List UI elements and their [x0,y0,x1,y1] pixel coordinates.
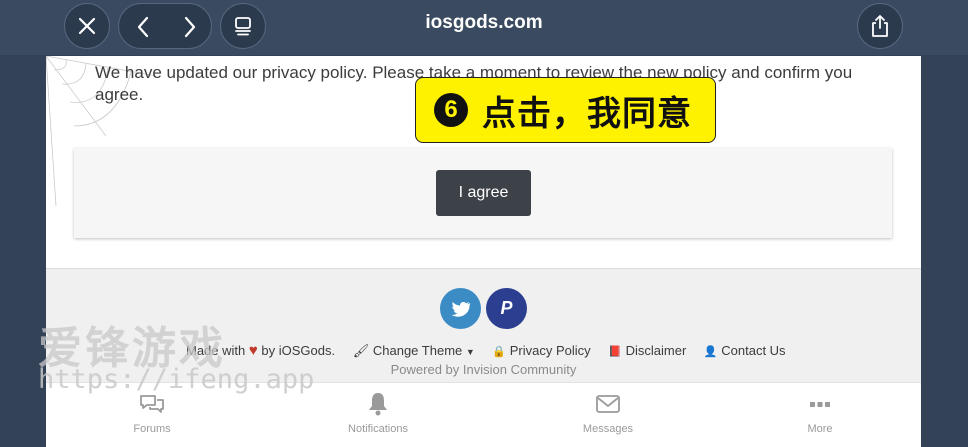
chevron-left-icon [137,16,148,38]
chevron-right-icon [184,16,195,38]
tab-more[interactable]: More [760,391,880,435]
step-number-badge: 6 [434,93,468,127]
heart-icon: ♥ [248,342,258,359]
contact-us-link[interactable]: 👤 Contact Us [704,343,786,358]
lock-icon: 🔒 [492,346,507,358]
callout-text: 点击，我同意 [482,94,692,133]
change-theme-link[interactable]: 🖌 Change Theme ▼ [353,343,475,359]
user-icon: 👤 [703,346,718,358]
twitter-icon [451,301,470,317]
forward-button[interactable] [166,4,213,50]
caret-down-icon: ▼ [465,347,475,357]
envelope-icon [596,395,620,413]
close-icon [78,17,96,35]
instruction-callout: 6 点击，我同意 [415,77,716,143]
dots-icon [810,402,830,407]
twitter-button[interactable] [440,288,481,329]
paypal-icon: P [500,298,513,318]
share-button[interactable] [857,3,903,49]
privacy-policy-link[interactable]: 🔒 Privacy Policy [492,343,590,358]
reader-button[interactable] [220,3,266,49]
book-icon: 📕 [608,346,622,358]
reader-icon [235,17,251,36]
watermark-url: https://ifeng.app [38,364,315,395]
tab-messages[interactable]: Messages [548,391,668,435]
tab-forums[interactable]: Forums [92,391,212,435]
close-button[interactable] [64,3,110,49]
browser-toolbar: iosgods.com [0,0,968,55]
disclaimer-link[interactable]: 📕 Disclaimer [608,343,686,358]
brush-icon: 🖌 [352,343,370,358]
tab-notifications[interactable]: Notifications [318,391,438,435]
url-bar[interactable]: iosgods.com [330,12,638,34]
back-button[interactable] [119,4,166,50]
paypal-button[interactable]: P [486,288,527,329]
agree-button[interactable]: I agree [436,170,531,216]
footer-links: Made with ♥ by iOSGods. 🖌 Change Theme ▼… [186,342,826,359]
bell-icon [369,393,387,416]
nav-buttons [118,3,212,49]
share-icon [872,15,888,37]
